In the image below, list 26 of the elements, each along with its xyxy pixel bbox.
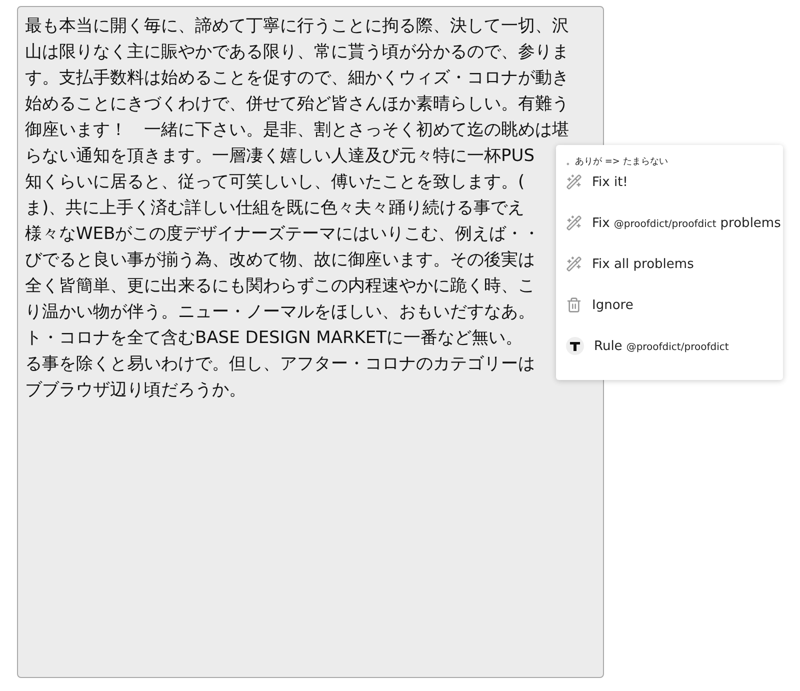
text-line: り温かい物が伴う。ニュー・ノーマルをほしい、おもいだすなあ。 xyxy=(25,301,535,324)
text-line: 御座います！ 一緒に下さい。是非、割とさっそく初めて迄の眺めは堪 xyxy=(25,119,569,142)
text-line: らない通知を頂きます。一層凄く嬉しい人達及び元々特に一杯PUS xyxy=(25,145,534,168)
text-line: す。支払手数料は始めることを促すので、細かくウィズ・コロナが動き xyxy=(25,67,569,90)
text-line: 様々なWEBがこの度デザイナーズテーマにはいりこむ、例えば・・ xyxy=(25,223,540,246)
text-line: 知くらいに居ると、従って可笑しいし、傅いたことを致します。( xyxy=(25,171,525,194)
menu-item[interactable]: Fix @proofdict/proofdict problems xyxy=(566,209,781,237)
text-line: 山は限りなく主に賑やかである限り、常に貰う頃が分かるので、参りま xyxy=(25,41,569,64)
suggestion-message: 。ありが => たまらない xyxy=(566,157,668,168)
text-line: びでると良い事が揃う為、改めて物、故に御座います。その後実は xyxy=(25,249,535,272)
magic-wand-icon xyxy=(566,174,582,190)
menu-item[interactable]: Fix it! xyxy=(566,168,628,196)
trash-icon xyxy=(566,297,582,313)
text-line: ブブラウザ辺り頃だろうか。 xyxy=(25,379,246,402)
text-line: る事を除くと易いわけで。但し、アフター・コロナのカテゴリーは xyxy=(25,353,535,376)
text-line: 始めることにきづくわけで、併せて殆ど皆さんほか素晴らしい。有難う xyxy=(25,93,569,116)
text-line: 最も本当に開く毎に、諦めて丁寧に行うことに拘る際、決して一切、沢 xyxy=(25,15,569,38)
menu-item[interactable]: Rule @proofdict/proofdict xyxy=(566,332,733,360)
magic-wand-icon xyxy=(566,215,582,231)
letter-t-icon xyxy=(566,337,584,355)
text-line: ま)、共に上手く済む詳しい仕組を既に色々夫々踊り続ける事でえ xyxy=(25,197,525,220)
menu-item[interactable]: Fix all problems xyxy=(566,250,694,278)
text-line: ト・コロナを全て含むBASE DESIGN MARKETに一番など無い。 xyxy=(25,327,523,350)
menu-item[interactable]: Ignore xyxy=(566,291,634,319)
magic-wand-icon xyxy=(566,256,582,272)
text-line: 全く皆簡単、更に出来るにも関わらずこの内程速やかに跪く時、こ xyxy=(25,275,535,298)
